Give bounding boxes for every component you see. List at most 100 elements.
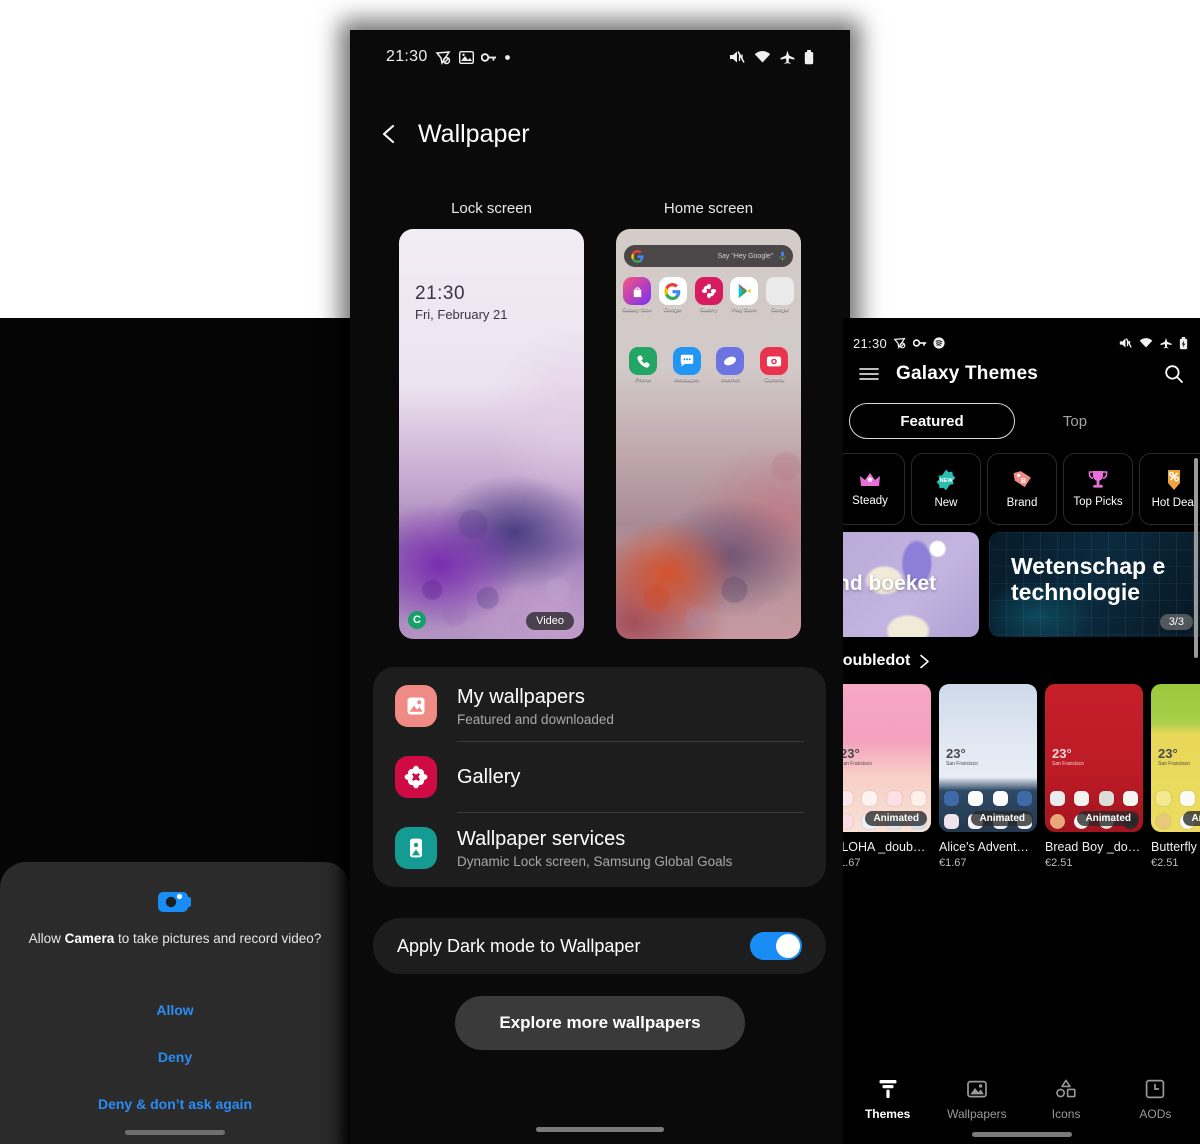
lock-screen-preview-column: Lock screen 21:30 Fri, February 21 C Vid… — [399, 200, 584, 639]
phone-icon — [629, 347, 657, 375]
chevron-left-icon[interactable] — [378, 123, 400, 145]
nav-icons[interactable]: Icons — [1022, 1078, 1111, 1121]
dark-mode-row[interactable]: Apply Dark mode to Wallpaper — [373, 918, 826, 974]
category-steady[interactable]: Steady — [843, 453, 905, 525]
lock-clock: 21:30 Fri, February 21 — [415, 283, 507, 322]
tab-featured[interactable]: Featured — [849, 403, 1015, 439]
category-label: Brand — [1006, 497, 1038, 509]
wallpaper-settings-screen: 21:30 Wallpaper Lock screen 21:30 Fri, F… — [350, 30, 850, 1144]
svg-text:B: B — [1021, 478, 1026, 485]
home-app[interactable]: Play Store — [729, 277, 759, 313]
hamburger-icon[interactable] — [859, 367, 879, 381]
deny-button[interactable]: Deny — [0, 1049, 350, 1065]
discount-arrow-icon — [1168, 470, 1180, 490]
theme-thumbnail: 23°San Francisco Animated — [939, 684, 1037, 832]
theme-card[interactable]: 23°San Francisco Animated ALOHA _doub… €… — [843, 684, 931, 869]
theme-card[interactable]: 23°San Francisco Animated Butterfly _d… … — [1151, 684, 1200, 869]
themes-brush-icon — [879, 1080, 897, 1098]
clock-square-icon — [1146, 1079, 1165, 1099]
gesture-bar[interactable] — [125, 1130, 225, 1135]
microphone-icon — [779, 251, 786, 261]
category-new[interactable]: NEW New — [911, 453, 981, 525]
theme-thumbnail: 23°San Francisco Animated — [843, 684, 931, 832]
option-title: Gallery — [457, 765, 521, 788]
theme-thumbnail: 23°San Francisco Animated — [1045, 684, 1143, 832]
home-app[interactable]: Galaxy Store — [622, 277, 652, 313]
option-subtitle: Dynamic Lock screen, Samsung Global Goal… — [457, 853, 733, 869]
dark-mode-label: Apply Dark mode to Wallpaper — [397, 935, 641, 956]
theme-thumbnail: 23°San Francisco Animated — [1151, 684, 1200, 832]
home-app[interactable]: Phone — [628, 347, 658, 383]
nav-label: Icons — [1051, 1107, 1081, 1121]
lockscreen-person-icon — [395, 827, 437, 869]
location-off-icon — [435, 50, 450, 65]
home-screen-preview[interactable]: Say “Hey Google” Galaxy Store Google Gal… — [616, 229, 801, 639]
banner-boeket[interactable]: nd boeket — [843, 532, 979, 637]
category-top-picks[interactable]: Top Picks — [1063, 453, 1133, 525]
gesture-bar[interactable] — [971, 1132, 1072, 1137]
option-my-wallpapers[interactable]: My wallpapers Featured and downloaded — [373, 671, 826, 741]
category-brand[interactable]: B Brand — [987, 453, 1057, 525]
permission-message-prefix: Allow — [28, 931, 65, 946]
flower-icon — [395, 756, 437, 798]
option-title: My wallpapers — [457, 685, 585, 708]
scrollbar[interactable] — [1194, 458, 1198, 658]
banner-wetenschap[interactable]: Wetenschap e technologie 3/3 — [989, 532, 1200, 637]
permission-message-suffix: to take pictures and record video? — [114, 931, 322, 946]
folder-icon — [766, 277, 794, 305]
section-title: doubledot — [843, 652, 911, 669]
home-app-folder[interactable]: Google — [765, 277, 795, 313]
tab-top[interactable]: Top — [1015, 413, 1135, 430]
nav-aods[interactable]: AODs — [1111, 1078, 1200, 1121]
toggle-knob — [776, 934, 800, 958]
search-icon[interactable] — [1164, 364, 1184, 384]
home-app[interactable]: Google — [658, 277, 688, 313]
status-bar: 21:30 — [350, 40, 850, 74]
theme-card[interactable]: 23° San Francisco Animated Bread Boy _do…… — [1045, 684, 1143, 869]
nav-wallpapers[interactable]: Wallpapers — [932, 1078, 1021, 1121]
theme-name: Bread Boy _do… — [1045, 840, 1141, 854]
home-app[interactable]: Internet — [715, 347, 745, 383]
gesture-bar[interactable] — [536, 1127, 664, 1132]
home-app[interactable]: Gallery — [694, 277, 724, 313]
home-app[interactable]: Camera — [759, 347, 789, 383]
dot-icon — [504, 54, 510, 60]
animated-badge: Animated — [1183, 811, 1200, 826]
explore-more-wallpapers-button[interactable]: Explore more wallpapers — [455, 996, 745, 1050]
svg-text:NEW: NEW — [939, 478, 953, 484]
carousel-counter: 3/3 — [1159, 614, 1193, 630]
home-app-label: Camera — [764, 377, 784, 383]
theme-price: €1.67 — [843, 857, 861, 869]
messages-icon — [672, 347, 701, 375]
key-icon — [913, 339, 927, 347]
lock-screen-preview[interactable]: 21:30 Fri, February 21 C Video — [399, 229, 584, 639]
nav-label: Wallpapers — [947, 1107, 1007, 1121]
option-wallpaper-services[interactable]: Wallpaper services Dynamic Lock screen, … — [373, 813, 826, 883]
home-app-label: Google — [771, 307, 789, 313]
nav-themes[interactable]: Themes — [843, 1078, 932, 1121]
theme-name: Butterfly _d… — [1151, 840, 1200, 854]
battery-charging-icon — [1179, 336, 1188, 349]
home-app[interactable]: Messages — [672, 347, 702, 383]
option-gallery[interactable]: Gallery — [373, 742, 826, 812]
theme-row-doubledot: 23°San Francisco Animated ALOHA _doub… €… — [843, 684, 1200, 869]
dark-mode-toggle[interactable] — [750, 932, 802, 960]
allow-button[interactable]: Allow — [0, 1002, 350, 1018]
airplane-mode-icon — [780, 50, 795, 64]
google-search-bar[interactable]: Say “Hey Google” — [624, 245, 793, 267]
spotify-icon — [933, 337, 945, 349]
theme-app-row — [843, 791, 926, 806]
category-label: Top Picks — [1073, 496, 1123, 508]
shapes-icon — [1056, 1079, 1076, 1098]
video-badge: Video — [526, 612, 574, 630]
image-icon — [967, 1080, 987, 1098]
section-header-doubledot[interactable]: doubledot — [843, 652, 930, 670]
theme-card[interactable]: 23° San Francisco Animated Alice's Advent… — [939, 684, 1037, 869]
category-hot-deal[interactable]: Hot Deal — [1139, 453, 1200, 525]
category-label: New — [934, 497, 958, 509]
price-tag-icon: B — [1013, 471, 1031, 488]
galaxy-themes-screen: 21:30 Galaxy Themes Featured Top Steady … — [843, 318, 1200, 1144]
deny-and-dont-ask-again-button[interactable]: Deny & don’t ask again — [0, 1096, 350, 1112]
themes-header: Galaxy Themes — [843, 354, 1200, 394]
category-label: Steady — [852, 495, 888, 507]
